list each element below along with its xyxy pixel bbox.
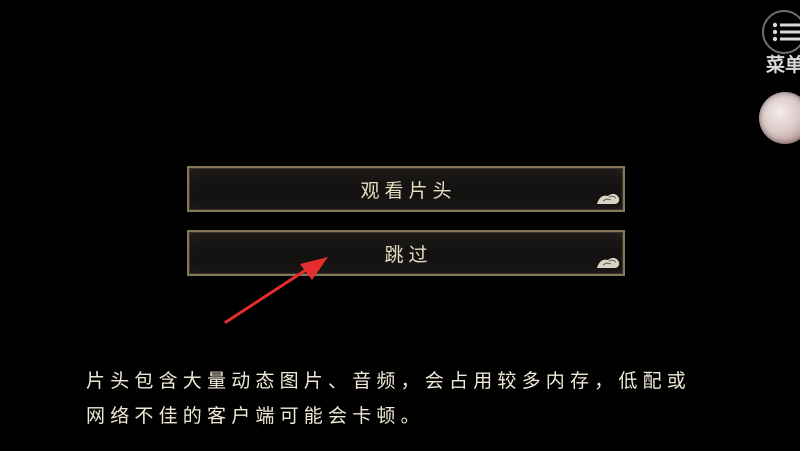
skip-button[interactable]: 跳过	[187, 230, 625, 276]
cloud-swirl-icon	[597, 257, 620, 268]
menu-label: 菜单	[766, 54, 800, 76]
menu-button[interactable]: 菜单	[762, 10, 800, 80]
notice-line-2: 网络不佳的客户端可能会卡顿。	[86, 405, 425, 427]
list-menu-icon	[772, 22, 800, 42]
notice-line-1: 片头包含大量动态图片、音频，会占用较多内存，低配或	[86, 370, 692, 392]
avatar[interactable]	[759, 92, 800, 144]
watch-intro-button[interactable]: 观看片头	[187, 166, 625, 212]
intro-notice: 片头包含大量动态图片、音频，会占用较多内存，低配或 网络不佳的客户端可能会卡顿。	[86, 364, 766, 434]
cloud-swirl-icon	[597, 193, 620, 204]
watch-intro-label: 观看片头	[360, 179, 457, 202]
skip-label: 跳过	[384, 243, 433, 266]
